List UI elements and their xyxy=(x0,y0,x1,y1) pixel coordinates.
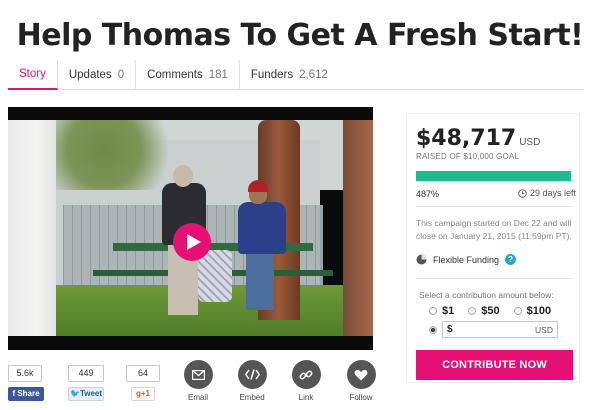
divider xyxy=(416,206,571,207)
tab-comments[interactable]: Comments 181 xyxy=(136,60,240,90)
amount-option-1[interactable]: $1 xyxy=(429,305,454,317)
google-count: 64 xyxy=(126,365,160,382)
amount-raised: $48,717 USD xyxy=(416,126,540,151)
amount-label: $1 xyxy=(442,305,455,317)
twitter-count: 449 xyxy=(68,365,104,382)
video-birch-trunk xyxy=(8,120,56,336)
pie-chart-icon xyxy=(416,254,427,265)
divider xyxy=(416,278,571,279)
link-icon xyxy=(299,370,313,379)
tab-label: Comments xyxy=(147,69,203,81)
link-action[interactable]: Link xyxy=(288,360,324,402)
facebook-share-button[interactable]: f Share xyxy=(8,387,44,401)
amount-option-100[interactable]: $100 xyxy=(513,305,552,317)
custom-amount-row: $ USD xyxy=(429,321,558,338)
days-left: 29 days left xyxy=(518,188,576,198)
email-action[interactable]: Email xyxy=(180,360,216,402)
amount-label: $100 xyxy=(526,305,552,317)
progress-bar xyxy=(416,171,571,181)
custom-amount-input[interactable]: $ USD xyxy=(442,321,558,338)
video-person-right xyxy=(236,180,286,310)
custom-amount-radio[interactable] xyxy=(429,325,437,334)
google-plus-button[interactable]: g+1 xyxy=(131,387,155,401)
tab-count: 0 xyxy=(117,69,125,81)
raised-of-goal: RAISED OF $10,000 GOAL xyxy=(416,152,520,161)
follow-button[interactable] xyxy=(346,360,376,389)
flexible-funding: Flexible Funding ? xyxy=(416,254,517,265)
custom-amount-currency: USD xyxy=(535,324,553,335)
progress-fill xyxy=(416,171,571,181)
email-button[interactable] xyxy=(183,360,213,389)
follow-label: Follow xyxy=(349,393,373,402)
google-share: 64 g+1 xyxy=(125,365,161,401)
twitter-share: 449 🐦Tweet xyxy=(68,365,104,401)
tab-label: Updates xyxy=(68,69,112,81)
play-icon xyxy=(187,234,201,250)
amount-label: $50 xyxy=(481,305,500,317)
page-title: Help Thomas To Get A Fresh Start! xyxy=(16,18,584,53)
funding-card: $48,717 USD RAISED OF $10,000 GOAL 487% 2… xyxy=(406,113,580,383)
share-bar: 5.6k f Share 449 🐦Tweet 64 g+1 Email Emb… xyxy=(0,360,380,410)
code-icon xyxy=(244,369,260,380)
campaign-tabs: Story Updates 0 Comments 181 Funders 2,612 xyxy=(8,60,584,90)
facebook-count: 5.6k xyxy=(8,365,42,382)
video-thumbnail xyxy=(8,120,373,336)
tab-story[interactable]: Story xyxy=(8,60,58,90)
tweet-label: Tweet xyxy=(79,389,103,398)
embed-label: Embed xyxy=(239,393,265,402)
heart-icon xyxy=(354,369,368,380)
email-label: Email xyxy=(187,393,208,402)
tab-count: 2,612 xyxy=(299,69,328,81)
facebook-share: 5.6k f Share xyxy=(8,365,44,401)
play-button[interactable] xyxy=(173,223,211,261)
custom-amount-prefix: $ xyxy=(447,324,453,335)
radio-button[interactable] xyxy=(468,307,477,315)
percent-funded: 487% xyxy=(416,189,440,199)
envelope-icon xyxy=(191,369,205,380)
funding-type-label: Flexible Funding xyxy=(433,254,500,265)
facebook-share-label: Share xyxy=(17,389,40,398)
days-left-label: 29 days left xyxy=(530,188,577,198)
contribute-button[interactable]: CONTRIBUTE NOW xyxy=(416,350,573,380)
tab-label: Funders xyxy=(250,69,294,81)
select-amount-label: Select a contribution amount below: xyxy=(419,290,554,300)
link-label: Link xyxy=(298,393,314,402)
tab-funders[interactable]: Funders 2,612 xyxy=(240,60,339,90)
help-icon[interactable]: ? xyxy=(505,254,517,265)
embed-button[interactable] xyxy=(237,360,267,389)
follow-action[interactable]: Follow xyxy=(343,360,379,402)
amount-option-50[interactable]: $50 xyxy=(468,305,500,317)
link-button[interactable] xyxy=(291,360,321,389)
video-tree-right xyxy=(343,120,373,336)
amount-value: $48,717 xyxy=(416,126,517,151)
radio-button[interactable] xyxy=(513,307,522,315)
tab-label: Story xyxy=(19,68,46,80)
campaign-video[interactable] xyxy=(8,107,373,350)
tweet-button[interactable]: 🐦Tweet xyxy=(68,387,104,401)
twitter-icon: 🐦 xyxy=(69,389,80,398)
clock-icon xyxy=(518,188,527,198)
amount-options: $1 $50 $100 xyxy=(429,305,569,317)
tab-count: 181 xyxy=(208,69,228,81)
embed-action[interactable]: Embed xyxy=(234,360,270,402)
amount-currency: USD xyxy=(519,137,541,148)
campaign-dates: This campaign started on Dec 22 and will… xyxy=(416,218,572,241)
tab-updates[interactable]: Updates 0 xyxy=(58,60,137,90)
radio-button[interactable] xyxy=(429,307,437,315)
